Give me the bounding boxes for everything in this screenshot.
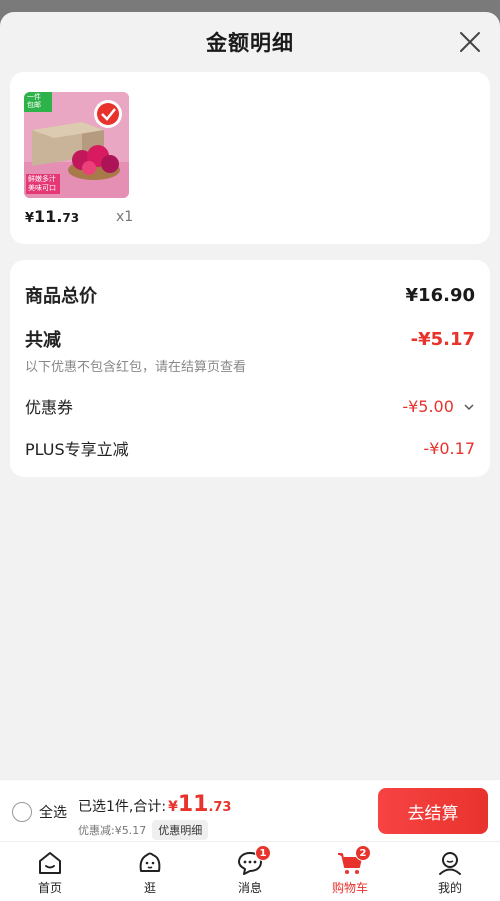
profile-icon (439, 852, 461, 875)
sheet-header: 金额明细 (0, 12, 500, 72)
amount-detail-sheet: 金额明细 一件 包邮 鲜嫩多汁 美味可口 ¥11.73 x1 商品总价 ¥16.… (0, 12, 500, 901)
coupon-label: 优惠券 (25, 398, 74, 417)
total-symbol: ¥ (168, 799, 178, 815)
tab-home[interactable]: 首页 (0, 842, 100, 901)
total-price-value: ¥16.90 (405, 284, 475, 306)
tab-browse-label: 逛 (143, 881, 156, 895)
tab-messages-label: 消息 (237, 881, 262, 895)
price-detail-card: 商品总价 ¥16.90 共减 -¥5.17 以下优惠不包含红包，请在结算页查看 … (10, 260, 490, 477)
product-price: ¥11.73 (25, 207, 79, 226)
image-caption-line2: 美味可口 (28, 184, 56, 192)
price-decimal: 73 (62, 211, 80, 225)
tab-browse[interactable]: 逛 (100, 842, 200, 901)
sheet-title: 金额明细 (206, 31, 294, 55)
message-badge: 1 (255, 845, 271, 861)
tab-home-label: 首页 (37, 881, 62, 895)
total-reduce-label: 共减 (25, 330, 61, 351)
select-all-label[interactable]: 全选 (39, 802, 67, 822)
coupon-value: -¥5.00 (402, 396, 454, 416)
discount-text: 优惠减:¥5.17 (78, 824, 147, 837)
plus-reduce-label: PLUS专享立减 (25, 440, 129, 459)
total-decimal: .73 (208, 800, 232, 815)
total-reduce-row: 共减 -¥5.17 (25, 326, 475, 352)
total-integer: 11 (177, 792, 209, 817)
product-image[interactable]: 一件 包邮 鲜嫩多汁 美味可口 (24, 92, 129, 198)
plus-reduce-value: -¥0.17 (423, 438, 475, 458)
product-card: 一件 包邮 鲜嫩多汁 美味可口 ¥11.73 x1 (10, 72, 490, 244)
price-symbol: ¥ (25, 211, 35, 226)
bottom-tab-bar: 首页 逛 1 消息 2 购物车 我的 (0, 841, 500, 901)
home-icon (39, 852, 61, 874)
selected-summary: 已选1件,合计: ¥ 11 .73 (78, 792, 231, 817)
close-button[interactable] (458, 30, 482, 54)
total-reduce-value: -¥5.17 (410, 328, 475, 350)
tab-cart[interactable]: 2 购物车 (300, 842, 400, 901)
checkout-bar: 全选 已选1件,合计: ¥ 11 .73 优惠减:¥5.17 优惠明细 去结算 (0, 779, 500, 841)
cart-badge: 2 (355, 845, 371, 861)
tab-profile-label: 我的 (437, 881, 462, 895)
image-caption-line1: 鲜嫩多汁 (28, 175, 56, 183)
browse-icon (139, 852, 161, 872)
tab-cart-label: 购物车 (331, 881, 368, 895)
discount-note: 以下优惠不包含红包，请在结算页查看 (25, 360, 247, 375)
chevron-down-icon (464, 404, 474, 411)
discount-summary: 优惠减:¥5.17 优惠明细 (78, 820, 209, 840)
total-price-label: 商品总价 (25, 286, 97, 307)
coupon-value-wrap: -¥5.00 (402, 397, 475, 416)
price-integer: 11. (34, 207, 63, 226)
close-icon (460, 32, 480, 52)
plus-reduce-row: PLUS专享立减 -¥0.17 (25, 436, 475, 460)
total-price-row: 商品总价 ¥16.90 (25, 282, 475, 308)
tab-profile[interactable]: 我的 (400, 842, 500, 901)
tab-messages[interactable]: 1 消息 (200, 842, 300, 901)
select-all-radio[interactable] (12, 802, 32, 822)
coupon-row[interactable]: 优惠券 -¥5.00 (25, 394, 475, 418)
image-tag-line2: 包邮 (27, 101, 41, 109)
checkout-button[interactable]: 去结算 (378, 788, 488, 834)
product-quantity: x1 (116, 209, 134, 225)
selected-text: 已选1件,合计: (78, 799, 167, 815)
discount-detail-button[interactable]: 优惠明细 (152, 820, 209, 840)
